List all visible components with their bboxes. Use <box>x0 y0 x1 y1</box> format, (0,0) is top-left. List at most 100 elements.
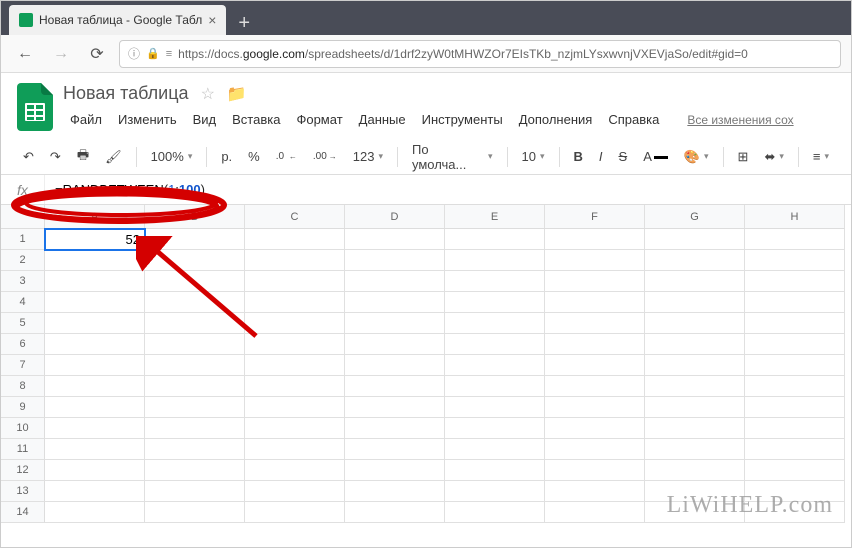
cell-B11[interactable] <box>145 439 245 460</box>
cell-F13[interactable] <box>545 481 645 502</box>
font-dropdown[interactable]: По умолча... <box>406 138 499 176</box>
row-header-9[interactable]: 9 <box>1 397 45 418</box>
info-icon[interactable]: ⓘ <box>128 45 140 62</box>
cell-A6[interactable] <box>45 334 145 355</box>
horizontal-align-button[interactable]: ≡ <box>807 145 835 168</box>
cell-D13[interactable] <box>345 481 445 502</box>
menu-format[interactable]: Формат <box>289 108 349 131</box>
italic-button[interactable]: I <box>593 145 609 168</box>
print-button[interactable]: 🖶 <box>71 142 95 172</box>
changes-saved-link[interactable]: Все изменения сох <box>680 109 800 131</box>
formula-input[interactable]: =RANDBETWEEN(1;100) <box>45 182 215 198</box>
row-header-1[interactable]: 1 <box>1 229 45 250</box>
menu-file[interactable]: Файл <box>63 108 109 131</box>
menu-addons[interactable]: Дополнения <box>512 108 600 131</box>
text-color-button[interactable]: A <box>637 145 674 168</box>
undo-button[interactable]: ↶ <box>17 145 40 169</box>
cell-H5[interactable] <box>745 313 845 334</box>
column-header-F[interactable]: F <box>545 205 645 229</box>
cell-D7[interactable] <box>345 355 445 376</box>
cell-F6[interactable] <box>545 334 645 355</box>
cell-A9[interactable] <box>45 397 145 418</box>
cell-D2[interactable] <box>345 250 445 271</box>
new-tab-button[interactable]: + <box>226 12 262 35</box>
cell-F4[interactable] <box>545 292 645 313</box>
cell-D10[interactable] <box>345 418 445 439</box>
url-bar[interactable]: ⓘ 🔒 ≡ https://docs.google.com/spreadshee… <box>119 40 841 68</box>
menu-help[interactable]: Справка <box>601 108 666 131</box>
cell-D4[interactable] <box>345 292 445 313</box>
cell-F2[interactable] <box>545 250 645 271</box>
row-header-8[interactable]: 8 <box>1 376 45 397</box>
column-header-C[interactable]: C <box>245 205 345 229</box>
cell-F1[interactable] <box>545 229 645 250</box>
cell-F11[interactable] <box>545 439 645 460</box>
redo-button[interactable]: ↷ <box>44 145 67 169</box>
cell-C4[interactable] <box>245 292 345 313</box>
document-title[interactable]: Новая таблица <box>63 83 189 104</box>
cell-B9[interactable] <box>145 397 245 418</box>
cell-C10[interactable] <box>245 418 345 439</box>
fill-color-button[interactable]: 🎨 <box>678 145 715 169</box>
cell-A14[interactable] <box>45 502 145 523</box>
cell-G10[interactable] <box>645 418 745 439</box>
cell-B10[interactable] <box>145 418 245 439</box>
menu-view[interactable]: Вид <box>186 108 224 131</box>
merge-cells-button[interactable]: ⬌ <box>758 145 789 169</box>
cell-A13[interactable] <box>45 481 145 502</box>
cell-E7[interactable] <box>445 355 545 376</box>
row-header-6[interactable]: 6 <box>1 334 45 355</box>
cell-D5[interactable] <box>345 313 445 334</box>
cell-G4[interactable] <box>645 292 745 313</box>
cell-A11[interactable] <box>45 439 145 460</box>
cell-B13[interactable] <box>145 481 245 502</box>
menu-edit[interactable]: Изменить <box>111 108 184 131</box>
cell-F9[interactable] <box>545 397 645 418</box>
column-header-E[interactable]: E <box>445 205 545 229</box>
row-header-5[interactable]: 5 <box>1 313 45 334</box>
cell-H9[interactable] <box>745 397 845 418</box>
browser-tab[interactable]: Новая таблица - Google Табл × <box>9 5 226 35</box>
column-header-H[interactable]: H <box>745 205 845 229</box>
cell-C1[interactable] <box>245 229 345 250</box>
row-header-11[interactable]: 11 <box>1 439 45 460</box>
cell-G11[interactable] <box>645 439 745 460</box>
cell-D12[interactable] <box>345 460 445 481</box>
cell-H7[interactable] <box>745 355 845 376</box>
cell-D8[interactable] <box>345 376 445 397</box>
cell-G5[interactable] <box>645 313 745 334</box>
cell-F12[interactable] <box>545 460 645 481</box>
column-header-B[interactable]: B <box>145 205 245 229</box>
font-size-dropdown[interactable]: 10 <box>516 145 551 168</box>
cell-H2[interactable] <box>745 250 845 271</box>
cell-C11[interactable] <box>245 439 345 460</box>
cell-C12[interactable] <box>245 460 345 481</box>
decrease-decimal-button[interactable]: .0 ← <box>270 147 303 166</box>
cell-C6[interactable] <box>245 334 345 355</box>
cell-D11[interactable] <box>345 439 445 460</box>
strikethrough-button[interactable]: S <box>613 145 634 168</box>
cell-D3[interactable] <box>345 271 445 292</box>
more-formats-dropdown[interactable]: 123 <box>347 145 389 168</box>
cell-F10[interactable] <box>545 418 645 439</box>
cell-B8[interactable] <box>145 376 245 397</box>
cell-E12[interactable] <box>445 460 545 481</box>
cell-A2[interactable] <box>45 250 145 271</box>
row-header-7[interactable]: 7 <box>1 355 45 376</box>
cell-G8[interactable] <box>645 376 745 397</box>
cell-E3[interactable] <box>445 271 545 292</box>
row-header-12[interactable]: 12 <box>1 460 45 481</box>
cell-G6[interactable] <box>645 334 745 355</box>
bold-button[interactable]: B <box>568 145 589 168</box>
cell-E2[interactable] <box>445 250 545 271</box>
cell-C5[interactable] <box>245 313 345 334</box>
cell-C3[interactable] <box>245 271 345 292</box>
cell-H4[interactable] <box>745 292 845 313</box>
cell-G2[interactable] <box>645 250 745 271</box>
row-header-3[interactable]: 3 <box>1 271 45 292</box>
folder-icon[interactable]: 📁 <box>227 84 247 104</box>
star-icon[interactable]: ☆ <box>201 84 215 104</box>
cell-B7[interactable] <box>145 355 245 376</box>
cell-A10[interactable] <box>45 418 145 439</box>
menu-data[interactable]: Данные <box>352 108 413 131</box>
